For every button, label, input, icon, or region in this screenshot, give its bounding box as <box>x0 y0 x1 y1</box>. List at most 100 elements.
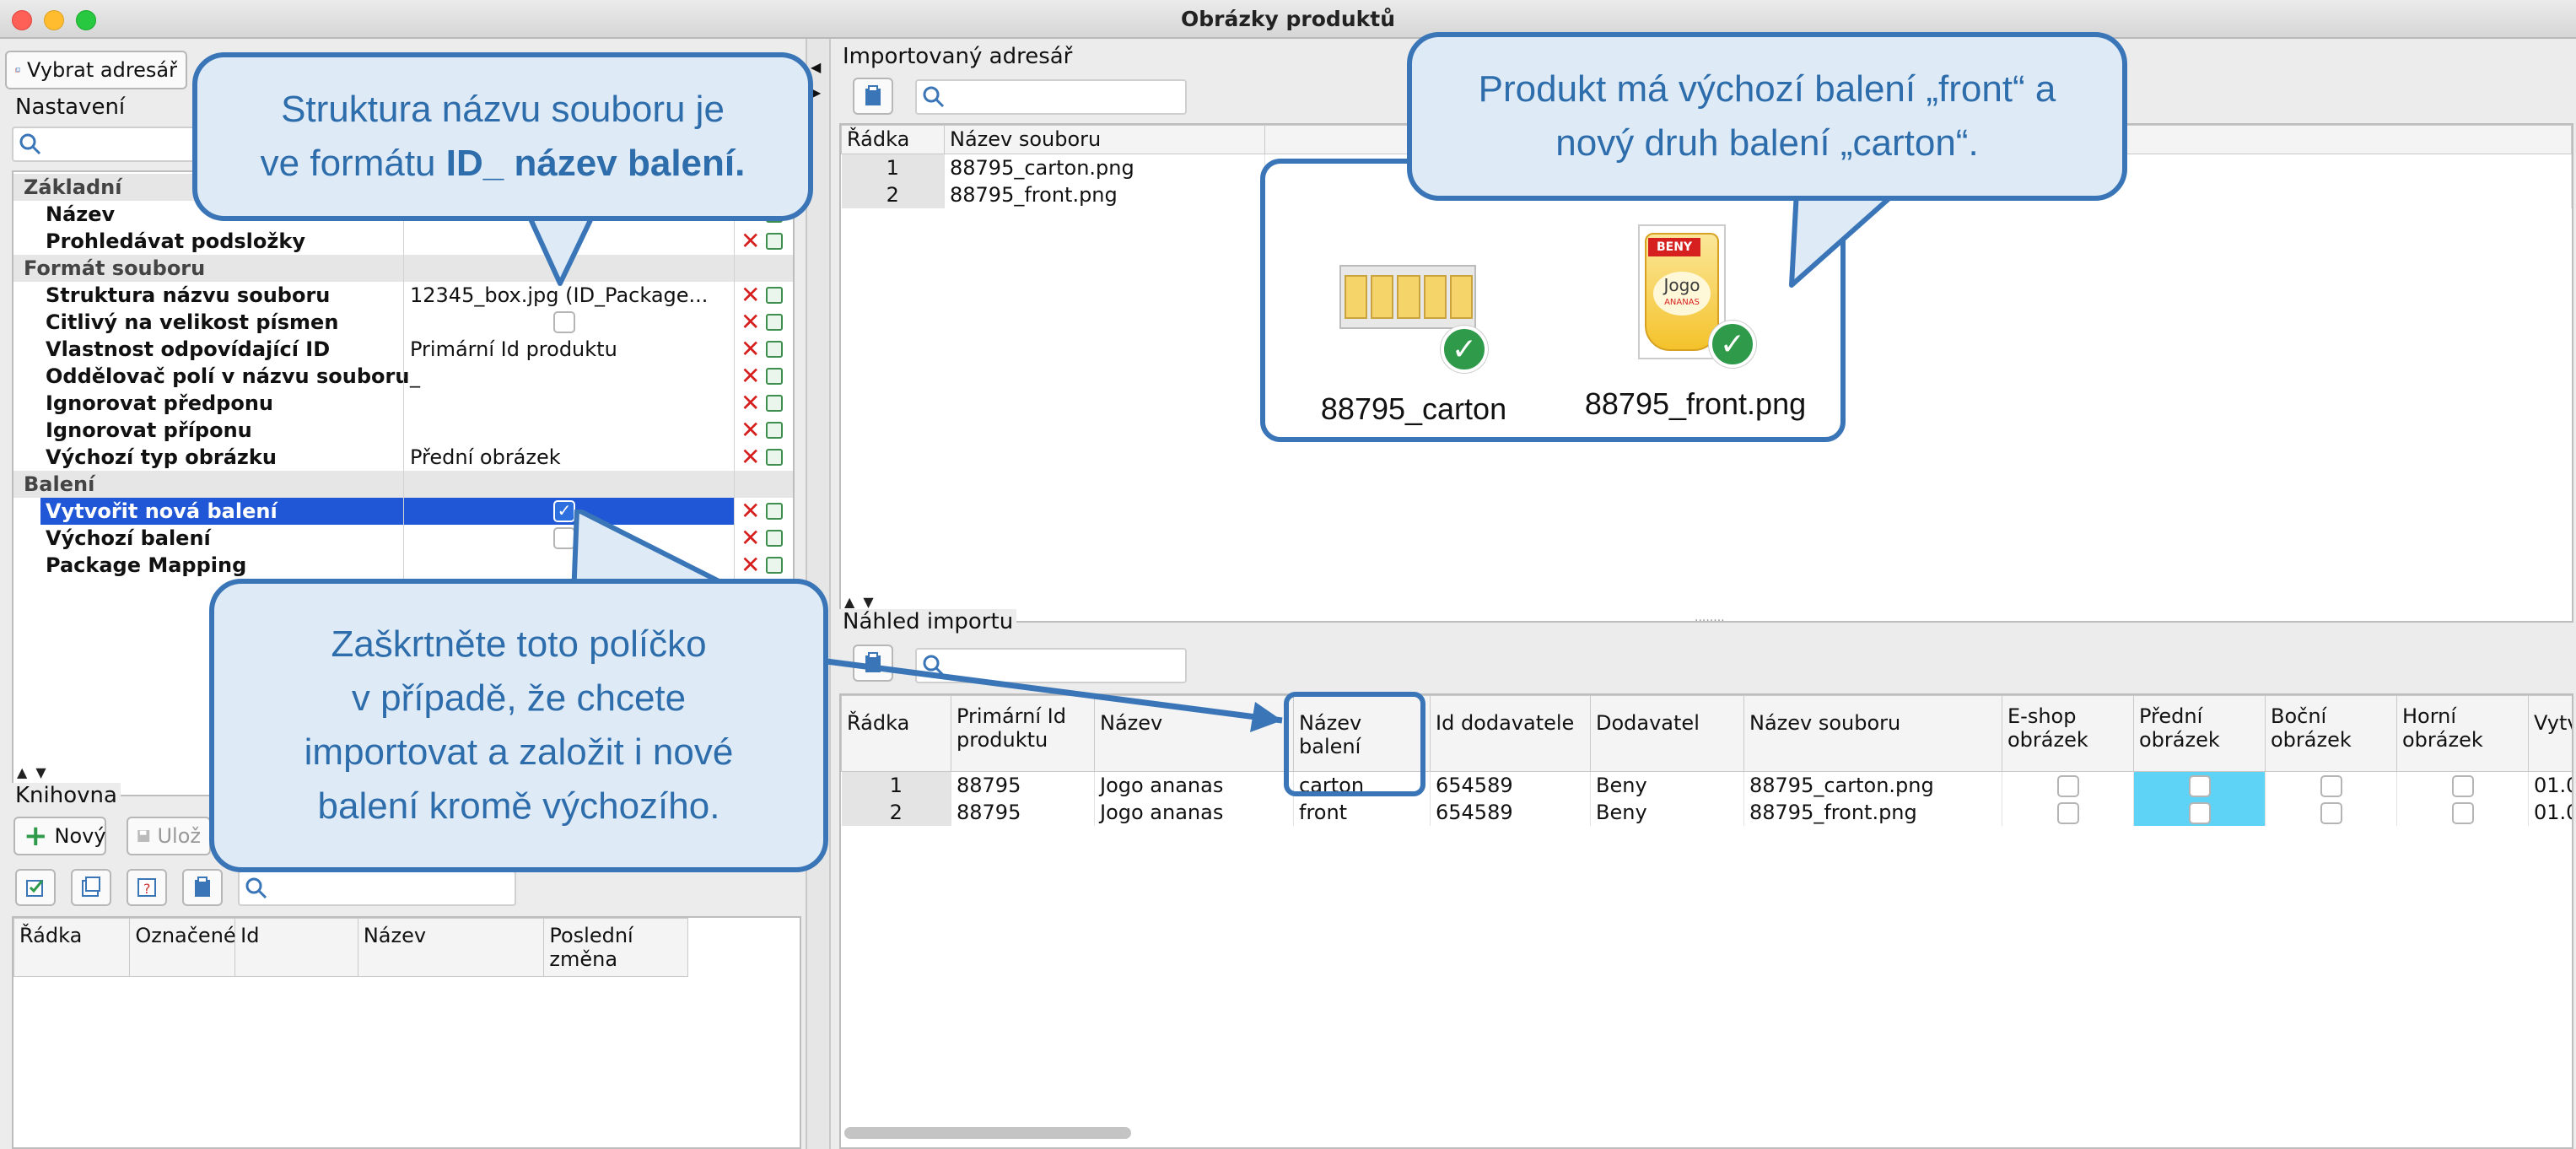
col-header[interactable]: Dodavatel <box>1590 695 1744 772</box>
row-number: 1 <box>841 771 951 799</box>
library-legend: Knihovna <box>12 783 121 808</box>
row-number: 1 <box>841 154 945 181</box>
supplier-id-cell[interactable]: 654589 <box>1430 771 1591 799</box>
help-button[interactable]: ? <box>127 869 167 906</box>
package-name-cell[interactable]: front <box>1293 798 1431 826</box>
structure-callout-line2a: ve formátu <box>260 143 436 184</box>
splitter-arrows[interactable]: ▲ ▼ <box>17 763 46 781</box>
col-header[interactable]: Id <box>234 918 358 977</box>
name-cell[interactable]: Jogo ananas <box>1094 771 1294 799</box>
clipboard-icon <box>865 85 881 105</box>
col-header[interactable]: Označené <box>129 918 236 977</box>
choose-directory-button[interactable]: Vybrat adresář <box>5 51 187 89</box>
col-header[interactable]: Horní obrázek <box>2396 695 2529 772</box>
created-cell[interactable]: 01.0 <box>2528 771 2572 799</box>
case-sensitive-checkbox[interactable] <box>553 311 575 333</box>
prop-name: Struktura názvu souboru <box>46 283 331 307</box>
check-all-button[interactable] <box>15 869 56 906</box>
side-image-checkbox[interactable] <box>2320 801 2342 824</box>
new-label: Nový <box>54 824 106 848</box>
library-table-header: Řádka Označené Id Název Poslední změna <box>13 918 688 977</box>
delete-icon[interactable]: ✕ <box>741 310 760 334</box>
file-name-cell[interactable]: 88795_carton.png <box>1743 771 2002 799</box>
splitter-arrows[interactable]: ▲ ▼ <box>844 592 874 611</box>
col-header[interactable]: Název <box>357 918 545 977</box>
delete-icon[interactable]: ✕ <box>741 337 760 361</box>
table-row[interactable]: 2 88795 Jogo ananas front 654589 Beny 88… <box>841 798 2572 826</box>
col-header[interactable]: Název souboru <box>944 125 1265 154</box>
front-image-checkbox[interactable] <box>2188 801 2211 824</box>
copy-icon[interactable] <box>766 233 783 250</box>
top-image-checkbox[interactable] <box>2451 774 2474 797</box>
col-header[interactable]: Poslední změna <box>543 918 688 977</box>
side-image-checkbox[interactable] <box>2320 774 2342 797</box>
horizontal-scrollbar[interactable] <box>844 1127 1131 1139</box>
file-name-cell[interactable]: 88795_carton.png <box>944 154 1265 181</box>
table-row[interactable]: 1 88795 Jogo ananas carton 654589 Beny 8… <box>841 771 2572 799</box>
group-file-format-label: Formát souboru <box>24 256 206 280</box>
delete-icon[interactable]: ✕ <box>741 283 760 307</box>
copy-icon[interactable] <box>766 314 783 331</box>
supplier-id-cell[interactable]: 654589 <box>1430 798 1591 826</box>
col-header[interactable]: Přední obrázek <box>2133 695 2266 772</box>
delete-icon[interactable]: ✕ <box>741 229 760 253</box>
prop-value[interactable]: Přední obrázek <box>410 445 561 469</box>
copy-icon[interactable] <box>766 341 783 358</box>
col-header[interactable]: Vytvo <box>2528 695 2572 772</box>
col-header[interactable]: E-shop obrázek <box>2002 695 2134 772</box>
col-header[interactable]: Boční obrázek <box>2265 695 2397 772</box>
file-name-cell[interactable]: 88795_front.png <box>944 181 1265 208</box>
name-cell[interactable]: Jogo ananas <box>1094 798 1294 826</box>
check-icon: ✓ <box>1709 321 1756 368</box>
copy-icon[interactable] <box>766 449 783 466</box>
delete-icon[interactable]: ✕ <box>741 445 760 469</box>
product-id-cell[interactable]: 88795 <box>951 771 1095 799</box>
save-button[interactable]: Ulož <box>127 817 211 855</box>
col-header[interactable]: Název souboru <box>1743 695 2002 772</box>
col-header[interactable]: Id dodavatele <box>1430 695 1591 772</box>
top-image-checkbox[interactable] <box>2451 801 2474 824</box>
delete-icon[interactable]: ✕ <box>741 391 760 415</box>
carton-thumbnail[interactable] <box>1339 265 1476 329</box>
imported-clipboard-button[interactable] <box>853 78 893 115</box>
delete-icon[interactable]: ✕ <box>741 364 760 388</box>
front-image-checkbox[interactable] <box>2188 774 2211 797</box>
eshop-image-checkbox[interactable] <box>2056 774 2079 797</box>
prop-value[interactable]: Primární Id produktu <box>410 337 617 361</box>
import-preview-legend: Náhled importu <box>839 609 1017 634</box>
product-callout-line2: nový druh balení „carton“. <box>1555 122 1979 164</box>
prop-name: Výchozí balení <box>46 526 211 550</box>
group-basic-label: Základní <box>24 175 122 199</box>
col-header[interactable]: Řádka <box>841 125 945 154</box>
library-table: Řádka Označené Id Název Poslední změna <box>12 916 801 1149</box>
check-icon: ✓ <box>1441 326 1488 373</box>
copy-icon[interactable] <box>766 395 783 412</box>
horizontal-splitter[interactable]: ........ <box>831 606 2576 624</box>
imported-search-input[interactable] <box>915 79 1187 115</box>
uncheck-all-icon <box>82 877 100 897</box>
copy-icon[interactable] <box>766 287 783 304</box>
settings-search-input[interactable] <box>12 127 199 162</box>
delete-icon[interactable]: ✕ <box>741 418 760 442</box>
file-name-cell[interactable]: 88795_front.png <box>1743 798 2002 826</box>
question-icon: ? <box>137 878 156 897</box>
uncheck-all-button[interactable] <box>71 869 111 906</box>
imported-directory-legend: Importovaný adresář <box>839 44 1076 69</box>
new-button[interactable]: + Nový <box>13 817 106 855</box>
supplier-cell[interactable]: Beny <box>1590 798 1744 826</box>
prop-value[interactable]: _ <box>410 364 420 388</box>
product-id-cell[interactable]: 88795 <box>951 798 1095 826</box>
product-images-popup: ✓ 88795_carton BENY Jogo ANANAS ✓ 88795_… <box>1260 159 1846 442</box>
supplier-cell[interactable]: Beny <box>1590 771 1744 799</box>
checkbox-callout-line: Zaškrtněte toto políčko <box>331 623 707 665</box>
created-cell[interactable]: 01.0 <box>2528 798 2572 826</box>
clipboard-icon <box>195 877 210 897</box>
svg-text:?: ? <box>143 881 151 897</box>
copy-icon[interactable] <box>766 422 783 439</box>
clipboard-button[interactable] <box>182 869 223 906</box>
library-search-input[interactable] <box>238 871 516 906</box>
eshop-image-checkbox[interactable] <box>2056 801 2079 824</box>
import-preview-table: Řádka Primární Id produktu Název Název b… <box>839 693 2573 1149</box>
col-header[interactable]: Řádka <box>13 918 131 977</box>
copy-icon[interactable] <box>766 368 783 385</box>
